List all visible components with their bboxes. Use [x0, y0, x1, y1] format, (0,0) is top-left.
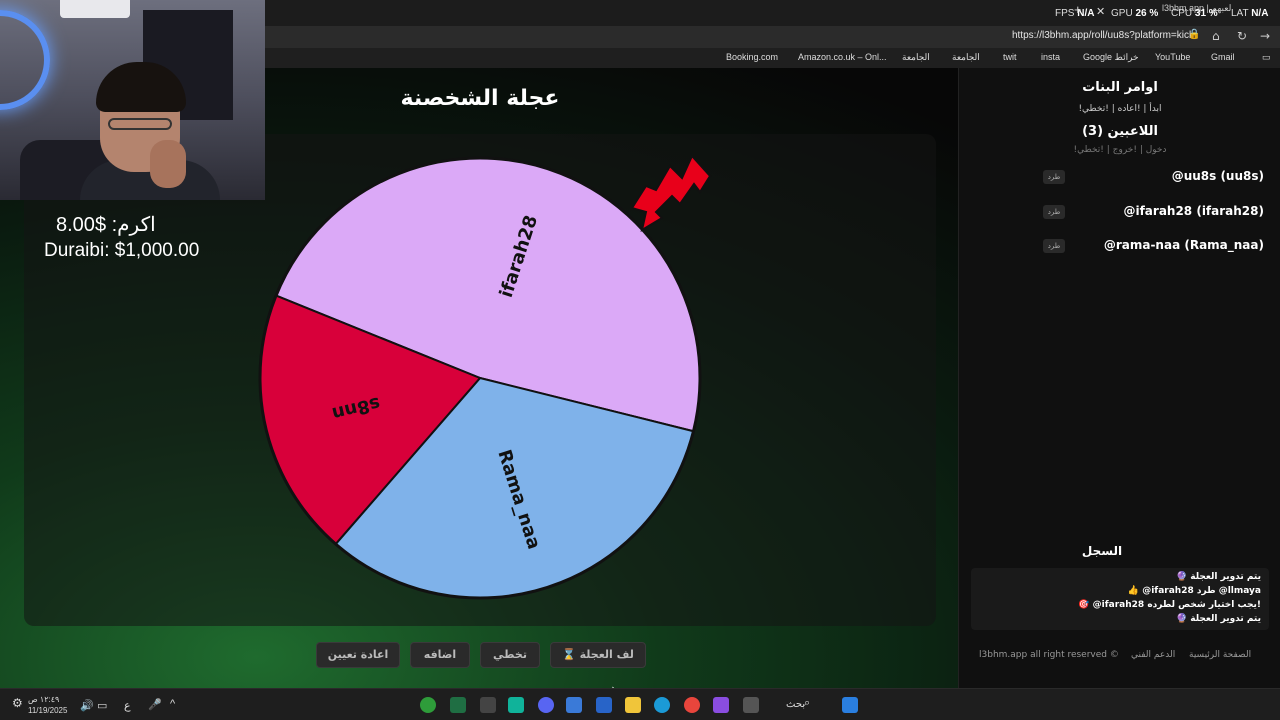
control-panel: اوامر البنات !ابدأ | !اعاده | !تخطي اللا… — [958, 68, 1280, 688]
lat-stat: LAT N/A — [1231, 8, 1269, 19]
webcam-person-hand — [150, 140, 186, 188]
search-icon[interactable]: ⌕ — [804, 697, 810, 710]
clock-date[interactable]: 11/19/2025 — [28, 706, 67, 715]
app-icon[interactable] — [508, 697, 524, 713]
kick-button[interactable]: طرد — [1043, 205, 1065, 219]
excel-icon[interactable] — [450, 697, 466, 713]
discord-icon[interactable] — [538, 697, 554, 713]
network-icon[interactable]: ▭ — [97, 699, 107, 712]
bookmarks-more-icon[interactable]: ▭ — [1262, 52, 1271, 63]
settings-icon[interactable]: ⚙ — [12, 696, 23, 710]
gpu-stat: GPU 26 % — [1111, 8, 1159, 19]
task-view-icon[interactable] — [743, 697, 759, 713]
commands-list: !ابدأ | !اعاده | !تخطي — [1078, 104, 1162, 114]
language-indicator[interactable]: ع — [124, 699, 131, 712]
bookmark-university-2[interactable]: الجامعة — [952, 52, 980, 63]
player-name: @uu8s (uu8s) — [1171, 169, 1264, 183]
log-title: السجل — [1081, 544, 1123, 558]
mail-icon[interactable] — [596, 697, 612, 713]
new-tab-icon[interactable]: + — [1074, 2, 1082, 17]
lock-icon: 🔒 — [1188, 29, 1201, 40]
windows-start-icon[interactable] — [842, 697, 858, 713]
taskbar-search[interactable]: بحث — [786, 699, 805, 710]
webcam-background-ac — [60, 0, 130, 18]
webcam-neon-ring — [0, 10, 50, 110]
taskbar: ⚙ ١٢:٤٩ ص 11/19/2025 🔊 ▭ ع 🎤 ^ بحث ⌕ — [0, 688, 1280, 720]
log-item: 🔮 يتم تدوير العجلة — [1175, 572, 1261, 582]
bookmark-twit[interactable]: twit — [1003, 52, 1017, 62]
cpu-stat: CPU 31 % — [1171, 8, 1218, 19]
skip-button[interactable]: تخطي — [480, 642, 540, 668]
home-icon[interactable]: ⌂ — [1212, 29, 1220, 43]
player-name: @rama-naa (Rama_naa) — [1103, 238, 1264, 252]
close-tab-icon[interactable]: ✕ — [1096, 5, 1105, 18]
edge-icon[interactable] — [654, 697, 670, 713]
webcam-feed — [0, 0, 265, 200]
log-list[interactable]: 🔮 يتم تدوير العجلة 👍 @ifarah28 طرد @llma… — [971, 568, 1269, 630]
store-icon[interactable] — [566, 697, 582, 713]
bookmark-booking[interactable]: Booking.com — [726, 52, 778, 62]
webcam-person-glasses — [108, 118, 172, 130]
wheel-pointer-icon — [632, 156, 712, 233]
player-commands: !دخول | !خروج | !تخطي — [1073, 145, 1167, 155]
bookmark-university-1[interactable]: الجامعة — [902, 52, 930, 63]
donation-line-2: Duraibi: $1,000.00 — [44, 240, 200, 261]
bookmark-amazon[interactable]: Amazon.co.uk – Onl... — [798, 52, 887, 62]
wheel-title: عجلة الشخصنة — [400, 86, 560, 111]
footer-home-link[interactable]: الصفحة الرئيسية — [1189, 650, 1251, 660]
refresh-icon[interactable]: ↻ — [1237, 29, 1247, 43]
add-button[interactable]: اضافه — [410, 642, 470, 668]
microphone-icon[interactable]: 🎤 — [148, 698, 162, 711]
bookmark-insta[interactable]: insta — [1041, 52, 1060, 62]
bookmark-google-maps[interactable]: Google خرائط — [1083, 52, 1139, 63]
kick-button[interactable]: طرد — [1043, 239, 1065, 253]
log-item: 🔮 يتم تدوير العجلة — [1175, 614, 1261, 624]
commands-title: اوامر البنات — [1082, 80, 1158, 95]
footer-support-link[interactable]: الدعم الفني — [1131, 650, 1175, 660]
bookmark-youtube[interactable]: YouTube — [1155, 52, 1190, 62]
donation-line-1: اكرم: $8.00 — [56, 214, 156, 236]
chevron-up-icon[interactable]: ^ — [170, 698, 175, 710]
folder-icon[interactable] — [625, 697, 641, 713]
copilot-icon[interactable] — [713, 697, 729, 713]
players-title: اللاعبين (3) — [1082, 124, 1158, 139]
volume-icon[interactable]: 🔊 — [80, 699, 94, 712]
kick-button[interactable]: طرد — [1043, 170, 1065, 184]
url-field[interactable]: https://l3bhm.app/roll/uu8s?platform=kic… — [1012, 30, 1194, 41]
forward-icon[interactable]: → — [1260, 29, 1270, 43]
xbox-icon[interactable] — [420, 697, 436, 713]
player-name: @ifarah28 (ifarah28) — [1123, 204, 1264, 218]
bookmark-gmail[interactable]: Gmail — [1211, 52, 1235, 62]
screen: l3bhm.app | لعبهم FPS N/A GPU 26 % CPU 3… — [0, 0, 1280, 720]
footer-copyright: l3bhm.app all right reserved © — [979, 650, 1119, 660]
reset-button[interactable]: اعادة تعيين — [316, 642, 400, 668]
spin-wheel-button[interactable]: ⌛ لف العجلة — [550, 642, 646, 668]
tool-icon[interactable] — [480, 697, 496, 713]
clock-time[interactable]: ١٢:٤٩ ص — [28, 695, 59, 704]
log-item: 🎯 @ifarah28 يجب اختيار شخص لطرده! — [1078, 600, 1261, 610]
chrome-icon[interactable] — [684, 697, 700, 713]
log-item: 👍 @ifarah28 طرد @llmaya — [1127, 586, 1261, 596]
